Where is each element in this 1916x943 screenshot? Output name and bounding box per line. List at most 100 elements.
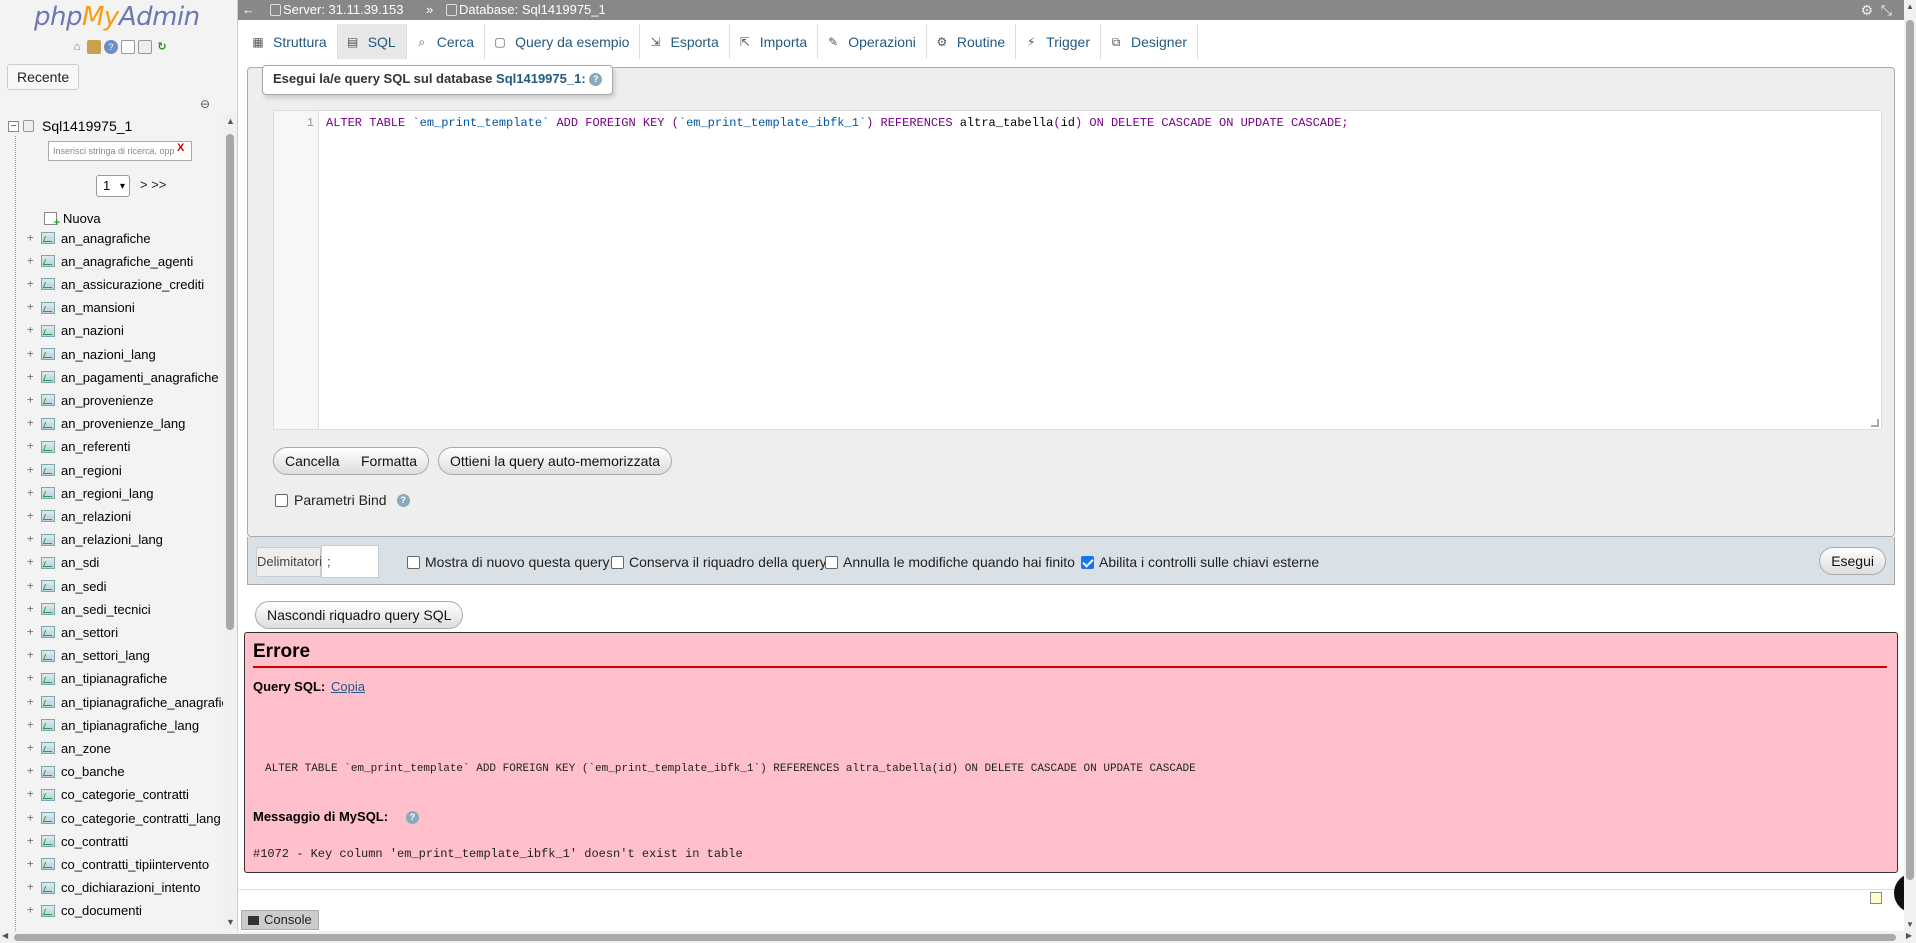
bind-params-option[interactable]: Parametri Bind ?: [275, 492, 410, 508]
tree-item-table[interactable]: + an_regioni_lang: [27, 482, 154, 504]
tree-item-table[interactable]: + an_sdi: [27, 552, 99, 574]
tree-item-table[interactable]: + co_contratti_tipiintervento: [27, 853, 209, 875]
page-select[interactable]: 1 ▾: [96, 175, 130, 197]
tree-item-table[interactable]: + an_nazioni_lang: [27, 343, 156, 365]
expand-icon[interactable]: +: [27, 324, 36, 335]
help-icon[interactable]: ?: [406, 811, 419, 824]
recent-button[interactable]: Recente: [7, 64, 80, 90]
expand-icon[interactable]: +: [27, 232, 36, 243]
show-again-checkbox[interactable]: [407, 555, 420, 569]
phpmyadmin-logo[interactable]: phpMyAdmin: [34, 2, 200, 32]
retain-box-option[interactable]: Conserva il riquadro della query: [611, 554, 827, 570]
show-again-option[interactable]: Mostra di nuovo questa query: [407, 554, 609, 570]
expand-icon[interactable]: +: [27, 417, 36, 428]
rollback-option[interactable]: Annulla le modifiche quando hai finito: [825, 554, 1075, 570]
tree-item-table[interactable]: + an_pagamenti_anagrafiche: [27, 366, 219, 388]
tree-db-node[interactable]: − Sql1419975_1: [8, 116, 132, 136]
expand-icon[interactable]: +: [27, 348, 36, 359]
breadcrumb-database[interactable]: Database: Sql1419975_1: [446, 0, 606, 20]
home-icon[interactable]: ⌂: [70, 40, 84, 54]
page-horizontal-scrollbar[interactable]: ◀ ▶: [0, 931, 1916, 943]
clear-button[interactable]: Cancella: [273, 447, 352, 475]
execute-button[interactable]: Esegui: [1819, 547, 1886, 575]
fk-checks-option[interactable]: Abilita i controlli sulle chiavi esterne: [1081, 554, 1319, 570]
help-icon[interactable]: ?: [396, 493, 410, 507]
sql-editor[interactable]: 1 ALTER TABLE `em_print_template` ADD FO…: [273, 110, 1882, 430]
table-filter-input[interactable]: Inserisci stringa di ricerca, opp: [48, 141, 192, 161]
tab-operazioni[interactable]: ✎ Operazioni: [818, 24, 927, 59]
tree-item-table[interactable]: + co_contratti: [27, 830, 128, 852]
reload-icon[interactable]: ↻: [155, 40, 169, 54]
expand-icon[interactable]: +: [27, 626, 36, 637]
tree-item-table[interactable]: + an_relazioni_lang: [27, 529, 163, 551]
tree-item-table[interactable]: + co_categorie_contratti_lang: [27, 807, 221, 829]
expand-icon[interactable]: +: [27, 696, 36, 707]
expand-icon[interactable]: +: [27, 858, 36, 869]
expand-icon[interactable]: +: [27, 904, 36, 915]
gear-icon[interactable]: ⚙: [1860, 2, 1873, 18]
tab-importa[interactable]: ⇱ Importa: [729, 24, 819, 59]
notes-icon[interactable]: [1870, 892, 1882, 904]
fk-checks-checkbox[interactable]: [1081, 555, 1094, 569]
tree-item-table[interactable]: + an_sedi: [27, 575, 107, 597]
logout-icon[interactable]: [87, 40, 101, 54]
legend-db-link[interactable]: Sql1419975_1:: [496, 71, 586, 86]
tree-item-table[interactable]: + an_settori: [27, 621, 118, 643]
expand-icon[interactable]: +: [27, 672, 36, 683]
tree-item-table[interactable]: + an_sedi_tecnici: [27, 598, 151, 620]
scroll-right-icon[interactable]: ▶: [1906, 931, 1912, 940]
delimiter-input[interactable]: ;: [321, 545, 379, 578]
tree-item-table[interactable]: + an_assicurazione_crediti: [27, 273, 204, 295]
expand-icon[interactable]: +: [27, 765, 36, 776]
expand-icon[interactable]: +: [27, 556, 36, 567]
tab-routine[interactable]: ⚙ Routine: [926, 24, 1017, 59]
expand-icon[interactable]: +: [27, 835, 36, 846]
tab-struttura[interactable]: ▦ Struttura: [243, 24, 338, 59]
settings-icon[interactable]: [138, 40, 152, 54]
expand-icon[interactable]: +: [27, 394, 36, 405]
next-page-link[interactable]: > >>: [140, 177, 166, 192]
bind-params-checkbox[interactable]: [275, 493, 288, 507]
page-vertical-scrollbar[interactable]: ▲ ▼: [1904, 0, 1916, 931]
tab-designer[interactable]: ⧉ Designer: [1101, 24, 1199, 59]
tree-item-table[interactable]: + an_referenti: [27, 436, 130, 458]
tree-item-table[interactable]: + an_mansioni: [27, 297, 135, 319]
tab-esporta[interactable]: ⇲ Esporta: [640, 24, 730, 59]
tree-item-table[interactable]: + an_anagrafiche: [27, 227, 151, 249]
tree-item-table[interactable]: + an_provenienze: [27, 389, 154, 411]
tab-trigger[interactable]: ⚡ Trigger: [1016, 24, 1101, 59]
expand-icon[interactable]: +: [27, 742, 36, 753]
expand-icon[interactable]: +: [27, 603, 36, 614]
sql-code[interactable]: ALTER TABLE `em_print_template` ADD FORE…: [326, 116, 1349, 130]
help-icon[interactable]: ?: [104, 40, 118, 54]
collapse-icon[interactable]: −: [8, 120, 19, 132]
tree-item-table[interactable]: + co_banche: [27, 761, 125, 783]
tree-item-table[interactable]: + an_regioni: [27, 459, 122, 481]
tab-query-da-esempio[interactable]: ▢ Query da esempio: [485, 24, 641, 59]
docs-icon[interactable]: [121, 40, 135, 54]
expand-icon[interactable]: +: [27, 788, 36, 799]
tree-item-table[interactable]: + an_tipianagrafiche: [27, 668, 167, 690]
scroll-down-icon[interactable]: ▼: [226, 917, 235, 927]
expand-icon[interactable]: +: [27, 464, 36, 475]
tree-item-table[interactable]: + an_tipianagrafiche_anagrafiche: [27, 691, 223, 713]
resize-handle[interactable]: [1871, 419, 1879, 427]
breadcrumb-server[interactable]: Server: 31.11.39.153: [270, 0, 403, 20]
console-toggle[interactable]: Console: [241, 910, 319, 930]
scroll-up-icon[interactable]: ▲: [226, 116, 235, 126]
nav-scrollbar[interactable]: ▲ ▼: [223, 114, 237, 929]
expand-icon[interactable]: +: [27, 440, 36, 451]
expand-icon[interactable]: +: [27, 278, 36, 289]
expand-icon[interactable]: +: [27, 580, 36, 591]
expand-icon[interactable]: +: [27, 881, 36, 892]
tree-item-table[interactable]: + an_tipianagrafiche_lang: [27, 714, 199, 736]
tree-item-table[interactable]: + co_dichiarazioni_intento: [27, 877, 200, 899]
help-icon[interactable]: ?: [589, 73, 603, 87]
expand-icon[interactable]: +: [27, 510, 36, 521]
scroll-left-icon[interactable]: ◀: [2, 931, 8, 940]
hide-query-box-button[interactable]: Nascondi riquadro query SQL: [255, 601, 464, 629]
tree-item-table[interactable]: + an_relazioni: [27, 505, 131, 527]
rollback-checkbox[interactable]: [825, 555, 838, 569]
scrollbar-thumb[interactable]: [14, 934, 1896, 941]
tab-sql[interactable]: ▤ SQL: [337, 24, 407, 59]
